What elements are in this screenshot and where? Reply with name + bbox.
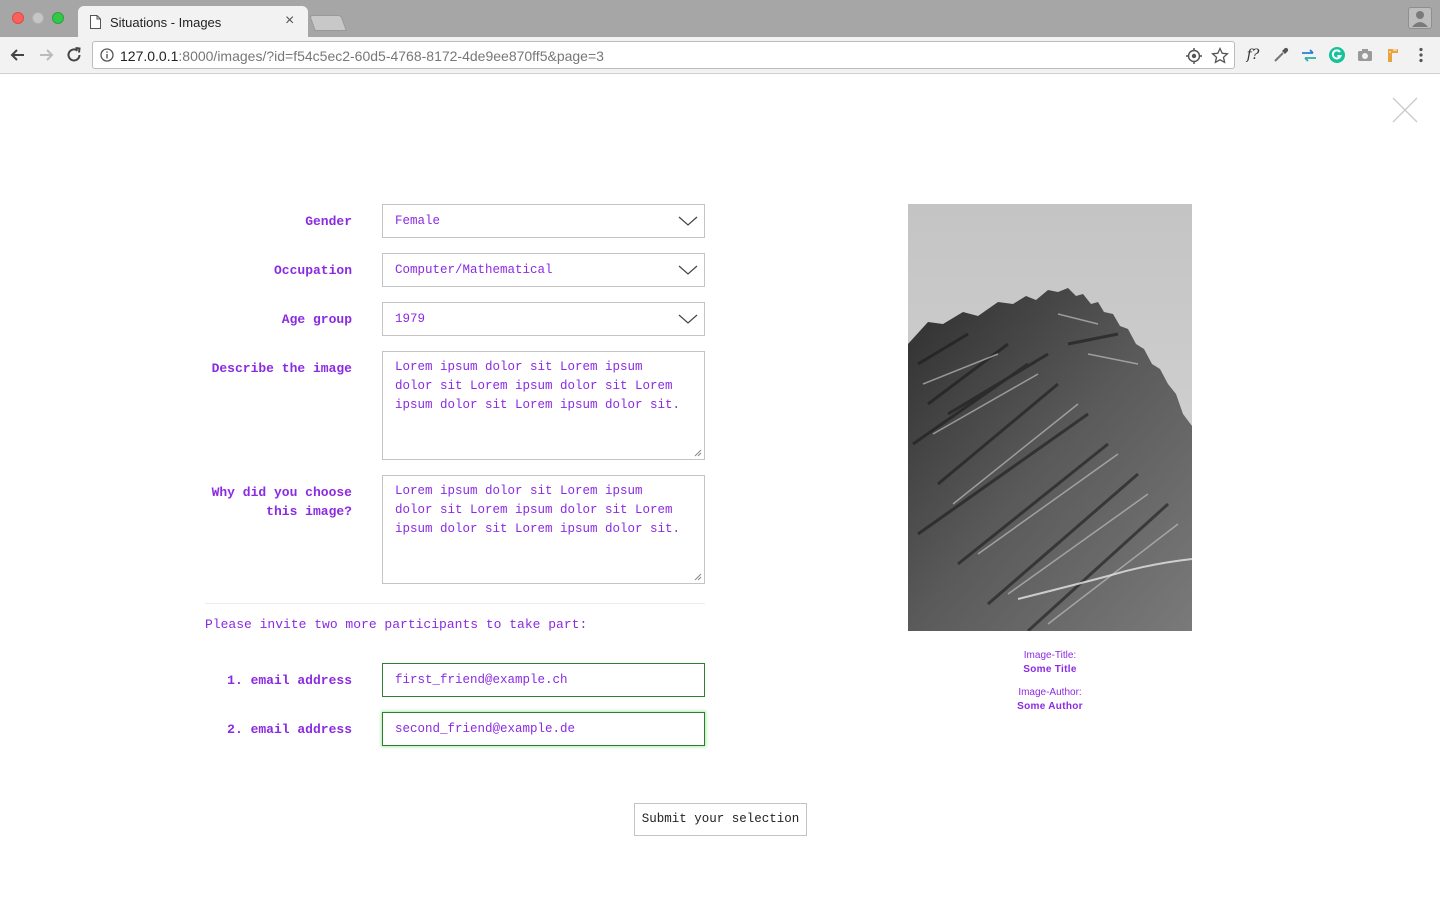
why-label-line1: Why did you choose (211, 485, 352, 500)
document-icon (90, 15, 101, 29)
url-host: 127.0.0.1 (120, 48, 179, 64)
camera-icon[interactable] (1355, 45, 1375, 65)
why-label: Why did you choose this image? (192, 483, 352, 521)
browser-titlebar: Situations - Images × (0, 0, 1440, 38)
omnibox-actions (1184, 46, 1230, 66)
gender-label: Gender (305, 214, 352, 229)
email2-field[interactable]: second_friend@example.de (382, 712, 705, 746)
resize-grip-icon[interactable] (694, 573, 702, 581)
browser-tab-active[interactable]: Situations - Images × (78, 6, 308, 38)
new-tab-button[interactable] (309, 15, 347, 31)
maximize-window-button[interactable] (52, 12, 64, 24)
email1-value: first_friend@example.ch (395, 673, 568, 687)
tab-title: Situations - Images (110, 15, 222, 30)
url-path: :8000/images/?id=f54c5ec2-60d5-4768-8172… (178, 48, 604, 64)
chevron-down-icon (678, 265, 698, 275)
describe-textarea[interactable]: Lorem ipsum dolor sit Lorem ipsum dolor … (382, 351, 705, 460)
submit-button[interactable]: Submit your selection (634, 803, 807, 836)
back-arrow-icon[interactable] (8, 45, 28, 65)
email1-field[interactable]: first_friend@example.ch (382, 663, 705, 697)
section-divider (205, 603, 705, 604)
ruler-icon[interactable] (1383, 45, 1403, 65)
gender-value: Female (395, 214, 441, 228)
location-target-icon[interactable] (1184, 46, 1204, 66)
grammarly-icon[interactable] (1327, 45, 1347, 65)
selected-image (908, 204, 1192, 631)
chevron-down-icon (678, 216, 698, 226)
occupation-select[interactable]: Computer/Mathematical (382, 253, 705, 287)
page-content: Gender Female Occupation Computer/Mathem… (0, 74, 1440, 900)
email1-label: 1. email address (227, 673, 352, 688)
email2-label: 2. email address (227, 722, 352, 737)
age-group-select[interactable]: 1979 (382, 302, 705, 336)
tab-close-icon[interactable]: × (285, 13, 294, 29)
describe-text: Lorem ipsum dolor sit Lorem ipsum dolor … (395, 360, 681, 412)
image-author-label: Image-Author: (1018, 687, 1082, 698)
close-icon[interactable] (1392, 97, 1418, 123)
browser-toolbar: 127.0.0.1:8000/images/?id=f54c5ec2-60d5-… (0, 37, 1440, 74)
invite-instructions: Please invite two more participants to t… (205, 617, 588, 632)
reload-icon[interactable] (64, 45, 84, 65)
occupation-value: Computer/Mathematical (395, 263, 553, 277)
image-title-label: Image-Title: (1023, 650, 1077, 661)
bookmark-star-icon[interactable] (1210, 46, 1230, 66)
chevron-down-icon (678, 314, 698, 324)
gender-select[interactable]: Female (382, 204, 705, 238)
swap-arrows-icon[interactable] (1299, 45, 1319, 65)
describe-label: Describe the image (211, 361, 352, 376)
extension-icons: f? (1243, 45, 1431, 65)
address-bar[interactable]: 127.0.0.1:8000/images/?id=f54c5ec2-60d5-… (92, 41, 1235, 69)
image-title-value: Some Title (1023, 664, 1077, 675)
why-textarea[interactable]: Lorem ipsum dolor sit Lorem ipsum dolor … (382, 475, 705, 584)
info-icon[interactable] (100, 48, 114, 62)
why-label-line2: this image? (266, 504, 352, 519)
age-group-label: Age group (281, 312, 352, 327)
image-author-value: Some Author (1017, 701, 1083, 712)
profile-button[interactable] (1408, 7, 1432, 29)
menu-dots-icon[interactable] (1411, 45, 1431, 65)
forward-arrow-icon[interactable] (36, 45, 56, 65)
eyedropper-icon[interactable] (1271, 45, 1291, 65)
why-text: Lorem ipsum dolor sit Lorem ipsum dolor … (395, 484, 681, 536)
url-text[interactable]: 127.0.0.1:8000/images/?id=f54c5ec2-60d5-… (120, 48, 604, 64)
minimize-window-button[interactable] (32, 12, 44, 24)
age-group-value: 1979 (395, 312, 426, 326)
close-window-button[interactable] (12, 12, 24, 24)
occupation-label: Occupation (273, 263, 352, 278)
resize-grip-icon[interactable] (694, 449, 702, 457)
font-extension-icon[interactable]: f? (1243, 45, 1263, 65)
email2-value: second_friend@example.de (395, 722, 576, 736)
person-icon (1412, 11, 1428, 27)
